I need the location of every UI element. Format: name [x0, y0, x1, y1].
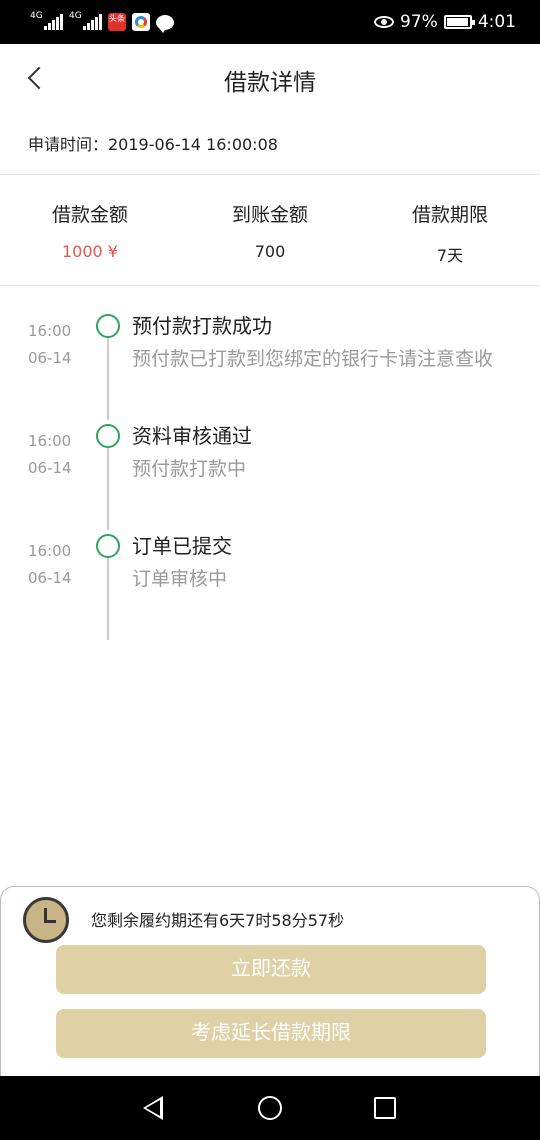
timeline-desc: 预付款已打款到您绑定的银行卡请注意查收 — [132, 348, 494, 370]
summary-value: 700 — [254, 242, 286, 261]
summary-label: 到账金额 — [231, 204, 308, 226]
timeline-date: 06-14 — [28, 459, 72, 477]
battery-fill — [446, 18, 469, 26]
summary-value: 1000 ¥ — [62, 242, 118, 261]
loan-summary: 借款金额 1000 ¥ 到账金额 700 借款期限 7天 — [0, 200, 540, 266]
clock-icon — [23, 897, 69, 943]
signal-icon-1: 4G — [30, 11, 63, 30]
timeline-time: 16:00 06-14 — [28, 428, 72, 482]
summary-loan-term: 借款期限 7天 — [360, 200, 540, 266]
nav-back-icon[interactable] — [143, 1096, 163, 1120]
browser-app-icon — [132, 13, 150, 31]
nav-recent-apps-icon[interactable] — [374, 1097, 396, 1119]
battery-percent: 97% — [400, 12, 438, 32]
timeline-item: 16:00 06-14 资料审核通过 预付款打款中 — [0, 420, 540, 530]
timeline-line — [107, 558, 109, 640]
summary-label: 借款期限 — [411, 204, 488, 226]
timeline-dot-icon — [96, 534, 120, 558]
countdown-text: 您剩余履约期还有6天7时58分57秒 — [91, 911, 345, 930]
timeline-date: 06-14 — [28, 349, 72, 367]
nav-home-icon[interactable] — [258, 1096, 282, 1120]
status-timeline: 16:00 06-14 预付款打款成功 预付款已打款到您绑定的银行卡请注意查收 … — [0, 310, 540, 640]
summary-received-amount: 到账金额 700 — [180, 200, 360, 266]
timeline-dot-icon — [96, 424, 120, 448]
apply-time: 申请时间：2019-06-14 16:00:08 — [28, 135, 278, 154]
timeline-date: 06-14 — [28, 569, 72, 587]
network-type-2: 4G — [69, 11, 82, 21]
timeline-hour: 16:00 — [28, 322, 72, 340]
repay-now-button[interactable]: 立即还款 — [56, 945, 486, 994]
timeline-desc: 预付款打款中 — [132, 458, 247, 480]
timeline-line — [107, 338, 109, 420]
network-type-1: 4G — [30, 11, 43, 21]
status-right: 97% 4:01 — [374, 12, 516, 32]
timeline-time: 16:00 06-14 — [28, 318, 72, 372]
summary-value: 7天 — [436, 246, 464, 265]
news-app-icon: 头条 — [108, 13, 126, 31]
timeline-dot-icon — [96, 314, 120, 338]
divider — [0, 174, 540, 175]
summary-label: 借款金额 — [51, 204, 128, 226]
page-title: 借款详情 — [224, 70, 316, 96]
battery-icon — [443, 15, 475, 29]
repayment-card: 您剩余履约期还有6天7时58分57秒 立即还款 考虑延长借款期限 — [0, 886, 540, 1076]
timeline-title: 资料审核通过 — [132, 424, 252, 448]
signal-icon-2: 4G — [69, 11, 102, 30]
timeline-title: 订单已提交 — [132, 534, 232, 558]
timeline-item: 16:00 06-14 预付款打款成功 预付款已打款到您绑定的银行卡请注意查收 — [0, 310, 540, 420]
eye-comfort-icon — [374, 16, 395, 28]
extend-term-button[interactable]: 考虑延长借款期限 — [56, 1009, 486, 1058]
timeline-time: 16:00 06-14 — [28, 538, 72, 592]
timeline-hour: 16:00 — [28, 542, 72, 560]
screen: 4G 4G 头条 97% 4:01 借款详情 申请时间：2019-06-14 1… — [0, 0, 540, 1140]
timeline-desc: 订单审核中 — [132, 568, 228, 590]
system-nav-bar — [0, 1076, 540, 1140]
timeline-hour: 16:00 — [28, 432, 72, 450]
status-left: 4G 4G 头条 — [30, 11, 174, 33]
clock-time: 4:01 — [477, 12, 516, 32]
app-header: 借款详情 — [0, 44, 540, 114]
status-bar: 4G 4G 头条 97% 4:01 — [0, 0, 540, 44]
timeline-item: 16:00 06-14 订单已提交 订单审核中 — [0, 530, 540, 640]
summary-loan-amount: 借款金额 1000 ¥ — [0, 200, 180, 266]
chat-icon — [156, 14, 174, 33]
timeline-title: 预付款打款成功 — [132, 314, 272, 338]
divider — [0, 285, 540, 286]
timeline-line — [107, 448, 109, 530]
